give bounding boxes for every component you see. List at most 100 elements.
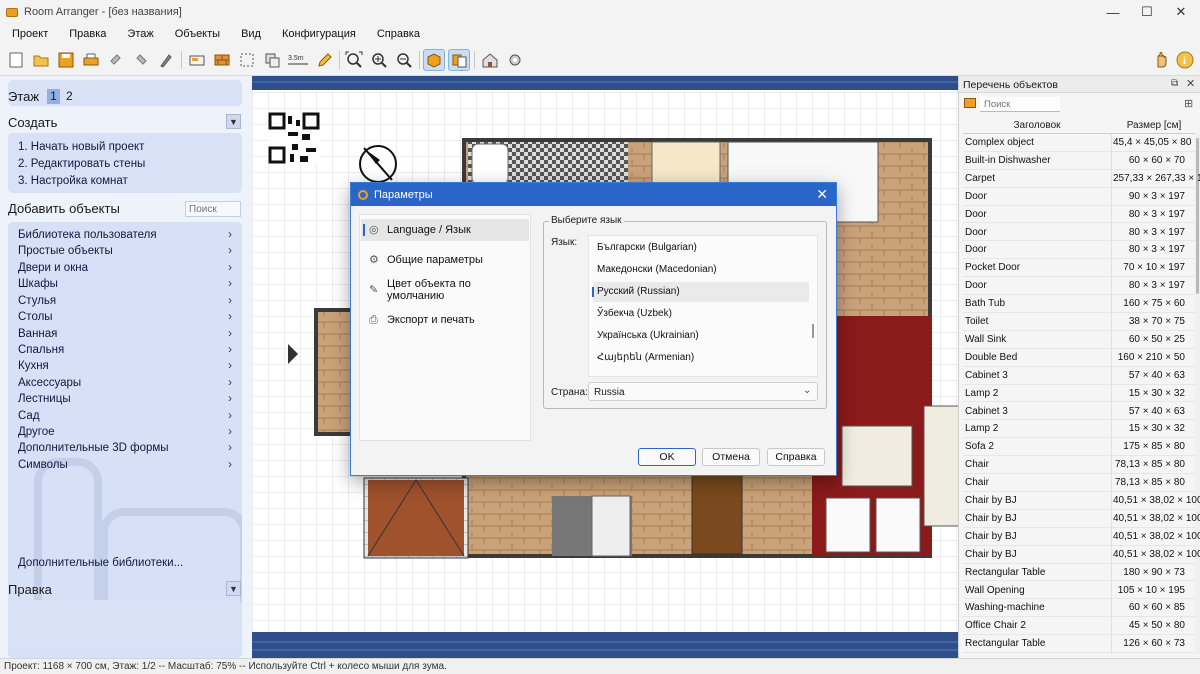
category-tables[interactable]: Столы › (18, 311, 236, 323)
category-other[interactable]: Другое › (18, 426, 236, 438)
table-row[interactable]: Complex object 45,4 × 45,05 × 80 (963, 134, 1195, 152)
redo-icon[interactable] (130, 49, 152, 71)
menu-objects[interactable]: Объекты (163, 24, 229, 44)
list-options-icon[interactable]: ⊞ (1184, 97, 1193, 110)
category-cabinets[interactable]: Шкафы › (18, 278, 236, 290)
table-row[interactable]: Door 90 × 3 × 197 (963, 188, 1195, 206)
create-edit-walls[interactable]: 2. Редактировать стены (18, 158, 236, 170)
panel-close-icon[interactable]: ✕ (1186, 77, 1195, 90)
table-row[interactable]: Chair by BJ 40,51 × 38,02 × 100 (963, 492, 1200, 510)
table-row[interactable]: Chair by BJ 40,51 × 38,02 × 100 (963, 546, 1200, 564)
table-row[interactable]: Office Chair 2 45 × 50 × 80 (963, 617, 1195, 636)
table-row[interactable]: Carpet 257,33 × 267,33 × 1 (963, 170, 1200, 188)
column-header-size[interactable]: Размер [см] (1113, 120, 1195, 131)
more-libraries-link[interactable]: Дополнительные библиотеки... (18, 557, 236, 569)
grid-select-icon[interactable] (236, 49, 258, 71)
table-row[interactable]: Double Bed 160 × 210 × 50 (963, 349, 1195, 367)
measure-icon[interactable]: 3.5m (286, 49, 312, 71)
table-row[interactable]: Door 80 × 3 × 197 (963, 277, 1195, 296)
print-icon[interactable] (80, 49, 102, 71)
brush-tool-icon[interactable] (155, 49, 177, 71)
table-row[interactable]: Lamp 2 15 × 30 × 32 (963, 420, 1195, 439)
undo-icon[interactable] (105, 49, 127, 71)
language-option-bulgarian[interactable]: Български (Bulgarian) (593, 238, 809, 258)
category-doors-windows[interactable]: Двери и окна › (18, 262, 236, 274)
open-folder-icon[interactable] (30, 49, 52, 71)
category-stairs[interactable]: Лестницы › (18, 393, 236, 405)
language-option-macedonian[interactable]: Македонски (Macedonian) (593, 260, 809, 280)
minimize-button[interactable]: — (1097, 0, 1129, 24)
table-row[interactable]: Built-in Dishwasher 60 × 60 × 70 (963, 152, 1195, 170)
undock-icon[interactable]: ⧉ (1171, 78, 1178, 89)
ok-button[interactable]: OK (638, 448, 696, 466)
table-row[interactable]: Chair by BJ 40,51 × 38,02 × 100 (963, 510, 1200, 528)
category-kitchen[interactable]: Кухня › (18, 360, 236, 372)
table-row[interactable]: Chair by BJ 40,51 × 38,02 × 100 (963, 528, 1200, 546)
objects-search-input[interactable] (185, 201, 241, 217)
table-row[interactable]: Pocket Door 70 × 10 × 197 (963, 259, 1195, 278)
new-file-icon[interactable] (5, 49, 27, 71)
settings-3d-icon[interactable] (504, 49, 526, 71)
language-option-uzbek[interactable]: Ўзбекча (Uzbek) (593, 304, 809, 324)
country-select[interactable]: Russia ⌄ (588, 382, 818, 401)
nav-general-settings[interactable]: ⚙ Общие параметры (361, 249, 529, 271)
table-row[interactable]: Bath Tub 160 × 75 × 60 (963, 295, 1195, 313)
floor-tab-1[interactable]: 1 (47, 89, 60, 104)
table-row[interactable]: Wall Opening 105 × 10 × 195 (963, 582, 1195, 600)
cancel-button[interactable]: Отмена (702, 448, 760, 466)
category-symbols[interactable]: Символы › (18, 459, 236, 471)
help-button[interactable]: Справка (767, 448, 825, 466)
view-3d-icon[interactable] (448, 49, 470, 71)
category-accessories[interactable]: Аксессуары › (18, 377, 236, 389)
table-row[interactable]: Rectangular Table 126 × 60 × 73 (963, 635, 1195, 654)
language-option-ukrainian[interactable]: Українська (Ukrainian) (593, 326, 809, 346)
room-tool-icon[interactable] (186, 49, 208, 71)
create-new-project[interactable]: 1. Начать новый проект (18, 141, 236, 153)
dialog-close-button[interactable]: ✕ (816, 186, 828, 203)
layers-icon[interactable] (261, 49, 283, 71)
table-row[interactable]: Door 80 × 3 × 197 (963, 224, 1195, 242)
zoom-out-icon[interactable] (393, 49, 415, 71)
hand-tool-icon[interactable] (1150, 49, 1172, 71)
category-garden[interactable]: Сад › (18, 410, 236, 422)
create-room-setup[interactable]: 3. Настройка комнат (18, 175, 236, 187)
nav-default-color[interactable]: ✎ Цвет объекта по умолчанию (361, 278, 529, 302)
zoom-in-icon[interactable] (368, 49, 390, 71)
table-row[interactable]: Cabinet 3 57 × 40 × 63 (963, 367, 1195, 385)
list-scrollbar[interactable] (1196, 138, 1199, 294)
info-icon[interactable]: i (1174, 49, 1196, 71)
view-2d-icon[interactable] (423, 49, 445, 71)
create-collapse-button[interactable]: ▼ (226, 114, 241, 129)
table-row[interactable]: Sofa 2 175 × 85 × 80 (963, 438, 1195, 457)
table-row[interactable]: Door 80 × 3 × 197 (963, 241, 1195, 260)
house-3d-icon[interactable] (479, 49, 501, 71)
pencil-icon[interactable] (313, 49, 335, 71)
menu-help[interactable]: Справка (365, 24, 429, 44)
save-icon[interactable] (55, 49, 77, 71)
category-bathroom[interactable]: Ванная › (18, 328, 236, 340)
column-header-name[interactable]: Заголовок (963, 120, 1111, 131)
table-row[interactable]: Cabinet 3 57 × 40 × 63 (963, 403, 1195, 421)
table-row[interactable]: Wall Sink 60 × 50 × 25 (963, 331, 1195, 349)
table-row[interactable]: Toilet 38 × 70 × 75 (963, 313, 1195, 331)
table-row[interactable]: Door 80 × 3 × 197 (963, 206, 1195, 224)
language-option-russian[interactable]: Русский (Russian) (593, 282, 809, 302)
maximize-button[interactable]: ☐ (1131, 0, 1163, 24)
table-row[interactable]: Chair 78,13 × 85 × 80 (963, 474, 1195, 492)
nav-export-print[interactable]: ⎙ Экспорт и печать (361, 309, 529, 331)
language-list-scrollbar[interactable] (812, 324, 814, 338)
menu-edit[interactable]: Правка (57, 24, 115, 44)
zoom-fit-icon[interactable] (343, 49, 365, 71)
table-row[interactable]: Lamp 2 15 × 30 × 32 (963, 385, 1195, 403)
edit-collapse-button[interactable]: ▼ (226, 581, 241, 596)
close-window-button[interactable]: ✕ (1165, 0, 1197, 24)
category-user-library[interactable]: Библиотека пользователя › (18, 229, 236, 241)
floor-tab-2[interactable]: 2 (66, 89, 73, 103)
category-simple-objects[interactable]: Простые объекты › (18, 245, 236, 257)
menu-view[interactable]: Вид (229, 24, 270, 44)
menu-project[interactable]: Проект (0, 24, 57, 44)
language-option-armenian[interactable]: Հայերեն (Armenian) (593, 348, 809, 368)
menu-floor[interactable]: Этаж (115, 24, 162, 44)
table-row[interactable]: Chair 78,13 × 85 × 80 (963, 456, 1195, 475)
wall-tool-icon[interactable] (211, 49, 233, 71)
